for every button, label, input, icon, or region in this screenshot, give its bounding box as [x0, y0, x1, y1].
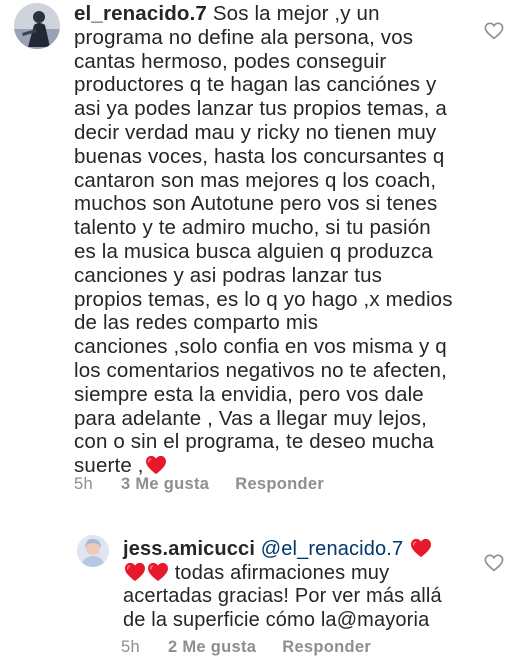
red-heart-emoji	[145, 455, 167, 475]
comment-line: con o sin el programa, te deseo mucha	[74, 430, 434, 454]
reply-body: jess.amicucci @el_renacido.7 todas afirm…	[123, 538, 442, 632]
comment-line: cantaron son mas mejores q los coach,	[74, 168, 437, 192]
heart-outline-icon	[484, 554, 504, 572]
avatar-photo	[77, 535, 109, 567]
likes-count-button[interactable]: 2 Me gusta	[168, 638, 256, 657]
comment-username[interactable]: el_renacido.7	[74, 2, 207, 25]
red-heart-emoji	[124, 562, 146, 582]
comment-meta: 5h 3 Me gusta Responder	[74, 475, 324, 494]
red-heart-emoji	[410, 538, 432, 558]
like-button[interactable]	[484, 554, 504, 577]
avatar[interactable]	[14, 3, 60, 49]
comment-time: 5h	[74, 475, 93, 493]
comment-line: acertadas gracias! Por ver más allá	[123, 585, 442, 607]
avatar[interactable]	[77, 535, 109, 567]
reply-button[interactable]: Responder	[235, 475, 324, 494]
comment-line: propios temas, es lo q yo hago ,x medios	[74, 287, 453, 311]
comment-line: productores q te hagan las canciónes y	[74, 73, 437, 97]
comment-line: cantas hermoso, podes conseguir	[74, 49, 387, 73]
red-heart-emoji	[147, 562, 169, 582]
comment-line: canciones ,solo confia en vos misma y q	[74, 335, 447, 359]
comment-line: siempre esta la envidia, pero vos dale	[74, 382, 424, 406]
comment-username[interactable]: jess.amicucci	[123, 538, 255, 560]
comment-line: Sos la mejor ,y un	[212, 2, 380, 25]
comment-line: muchos son Autotune pero vos si tenes	[74, 192, 438, 216]
comment-line: suerte ,	[74, 454, 144, 478]
heart-outline-icon	[484, 22, 504, 40]
comment-line: talento y te admiro mucho, si tu pasión	[74, 216, 431, 240]
reply-meta: 5h 2 Me gusta Responder	[121, 638, 371, 657]
comment-body: el_renacido.7 Sos la mejor ,y un program…	[74, 2, 453, 478]
comment-line: de las redes comparto mis	[74, 311, 319, 335]
comment-line: todas afirmaciones muy	[174, 561, 390, 584]
comment-line: los comentarios negativos no te afecten,	[74, 358, 447, 382]
comment-line: es la musica busca alguien q produzca	[74, 239, 433, 263]
comment-line: decir verdad mau y ricky no tienen muy	[74, 120, 437, 144]
like-button[interactable]	[484, 22, 504, 45]
comment-line: de la superficie cómo la@mayoria	[123, 608, 430, 631]
comment-line: programa no define ala persona, vos	[74, 25, 414, 49]
comment-line: canciones y asi podras lanzar tus	[74, 263, 383, 287]
user-mention-link[interactable]: @el_renacido.7	[261, 538, 404, 560]
comment-line: para adelante , Vas a llegar muy lejos,	[74, 406, 428, 430]
comment-time: 5h	[121, 638, 140, 656]
comment-line: asi ya podes lanzar tus propios temas, a	[74, 97, 447, 121]
likes-count-button[interactable]: 3 Me gusta	[121, 475, 209, 494]
reply-button[interactable]: Responder	[282, 638, 371, 657]
avatar-photo	[14, 3, 60, 49]
comment-line: buenas voces, hasta los concursantes q	[74, 144, 445, 168]
